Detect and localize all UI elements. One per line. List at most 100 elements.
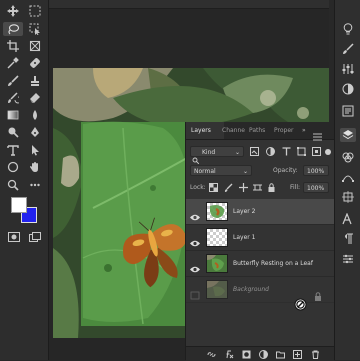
layer-name: Butterfly Resting on a Leaf (233, 260, 313, 267)
layer-filter-row: Kind ⌄ (186, 145, 334, 165)
visibility-empty-icon[interactable] (190, 285, 200, 300)
chevron-down-icon: ⌄ (242, 168, 248, 175)
panel-menu-icon[interactable] (313, 126, 322, 141)
opacity-label: Opacity: (273, 167, 298, 174)
frame-tool-icon[interactable] (25, 39, 45, 53)
visibility-eye-icon[interactable] (190, 233, 200, 247)
fill-label: Fill: (290, 184, 301, 191)
paths-icon[interactable] (340, 170, 356, 184)
layer-name: Background (233, 286, 269, 293)
visibility-eye-icon[interactable] (190, 207, 200, 221)
foreground-color-swatch[interactable] (11, 197, 27, 213)
layer-row-background[interactable]: Background (186, 277, 334, 303)
transform-icon[interactable] (340, 190, 356, 204)
clone-stamp-tool-icon[interactable] (25, 74, 45, 88)
screen-mode-icon[interactable] (25, 230, 45, 244)
visibility-eye-icon[interactable] (190, 259, 200, 273)
layer-name: Layer 2 (233, 208, 256, 215)
layers-icon[interactable] (340, 128, 356, 142)
brush-tool-icon[interactable] (3, 74, 23, 88)
lock-artboard-icon[interactable] (253, 183, 262, 192)
type-tool-icon[interactable] (3, 143, 23, 157)
filter-adjustment-icon[interactable] (266, 147, 275, 156)
quick-mask-icon[interactable] (4, 230, 24, 244)
lock-row: Lock: Fill: 100% (186, 181, 334, 195)
layers-panel: Layers Channe Paths Proper » Kind ⌄ Norm… (185, 122, 334, 361)
not-allowed-cursor-icon (294, 296, 307, 311)
ellipse-tool-icon[interactable] (3, 160, 23, 174)
filter-pixel-icon[interactable] (250, 147, 259, 156)
lock-image-pixels-icon[interactable] (224, 183, 233, 192)
link-layers-icon[interactable] (207, 350, 216, 359)
hand-tool-icon[interactable] (25, 160, 45, 174)
move-tool-icon[interactable] (3, 4, 23, 18)
add-mask-icon[interactable] (242, 350, 251, 359)
lock-position-icon[interactable] (239, 183, 248, 192)
layer-row-butterfly[interactable]: Butterfly Resting on a Leaf (186, 251, 334, 277)
opacity-value: 100% (307, 168, 325, 175)
chevron-down-icon: ⌄ (234, 149, 240, 156)
gradient-tool-icon[interactable] (3, 108, 23, 122)
new-layer-icon[interactable] (293, 350, 302, 359)
zoom-tool-icon[interactable] (3, 178, 23, 192)
filter-smart-object-icon[interactable] (312, 147, 321, 156)
edit-toolbar-icon[interactable] (25, 178, 45, 192)
eraser-tool-icon[interactable] (25, 91, 45, 105)
circle-half-icon[interactable] (340, 82, 356, 96)
filter-shape-icon[interactable] (297, 147, 306, 156)
filter-type-icon[interactable] (282, 147, 291, 156)
brush-settings-icon[interactable] (340, 42, 356, 56)
layer-lock-icon (314, 286, 322, 301)
lasso-tool-icon[interactable] (3, 22, 23, 36)
tab-channels[interactable]: Channe (222, 122, 246, 139)
lock-all-icon[interactable] (267, 183, 276, 192)
layer-thumbnail (206, 254, 228, 273)
search-icon (192, 149, 200, 165)
crop-tool-icon[interactable] (3, 39, 23, 53)
pen-tool-icon[interactable] (25, 125, 45, 139)
healing-brush-tool-icon[interactable] (25, 56, 45, 70)
blend-mode-select[interactable]: Normal ⌄ (190, 165, 252, 176)
object-selection-tool-icon[interactable] (25, 22, 45, 36)
adjustment-layer-icon[interactable] (259, 350, 268, 359)
tab-layers[interactable]: Layers (186, 122, 224, 139)
fill-value: 100% (307, 185, 325, 192)
layer-thumbnail (206, 228, 228, 247)
layer-thumbnail (206, 280, 228, 299)
marquee-tool-icon[interactable] (25, 4, 45, 18)
panel-tab-bar: Layers Channe Paths Proper » (186, 122, 334, 141)
blend-mode-value: Normal (194, 168, 216, 175)
history-brush-tool-icon[interactable] (3, 91, 23, 105)
layers-bottom-bar (186, 346, 334, 361)
channels-icon[interactable] (340, 150, 356, 164)
panel-collapse-icon[interactable]: » (302, 127, 306, 134)
right-panel-icon-strip (334, 0, 360, 360)
blend-row: Normal ⌄ Opacity: 100% (186, 164, 334, 178)
lightbulb-icon[interactable] (340, 22, 356, 36)
fill-input[interactable]: 100% (303, 182, 329, 193)
layers-list: Layer 2 Layer 1 Butterfly Resting on a L… (186, 199, 334, 306)
filter-toggle-icon[interactable] (325, 149, 331, 155)
path-selection-tool-icon[interactable] (25, 143, 45, 157)
new-group-folder-icon[interactable] (276, 350, 285, 359)
eyedropper-tool-icon[interactable] (3, 56, 23, 70)
document-tab-bar (49, 0, 329, 9)
tab-properties[interactable]: Proper (274, 122, 298, 139)
blur-tool-icon[interactable] (25, 108, 45, 122)
history-icon[interactable] (340, 104, 356, 118)
adjustments-icon[interactable] (340, 62, 356, 76)
layer-row-layer-1[interactable]: Layer 1 (186, 225, 334, 251)
dodge-tool-icon[interactable] (3, 125, 23, 139)
layer-thumbnail (206, 202, 228, 221)
layer-style-fx-icon[interactable] (225, 350, 234, 359)
layer-row-layer-2[interactable]: Layer 2 (186, 199, 334, 225)
layer-name: Layer 1 (233, 234, 256, 241)
lock-label: Lock: (190, 184, 206, 191)
delete-layer-trash-icon[interactable] (311, 350, 320, 359)
lock-transparent-pixels-icon[interactable] (209, 183, 218, 192)
character-icon[interactable] (340, 212, 356, 226)
opacity-input[interactable]: 100% (303, 165, 329, 176)
tab-paths[interactable]: Paths (249, 122, 270, 139)
properties-icon[interactable] (340, 252, 356, 266)
paragraph-icon[interactable] (340, 232, 356, 246)
